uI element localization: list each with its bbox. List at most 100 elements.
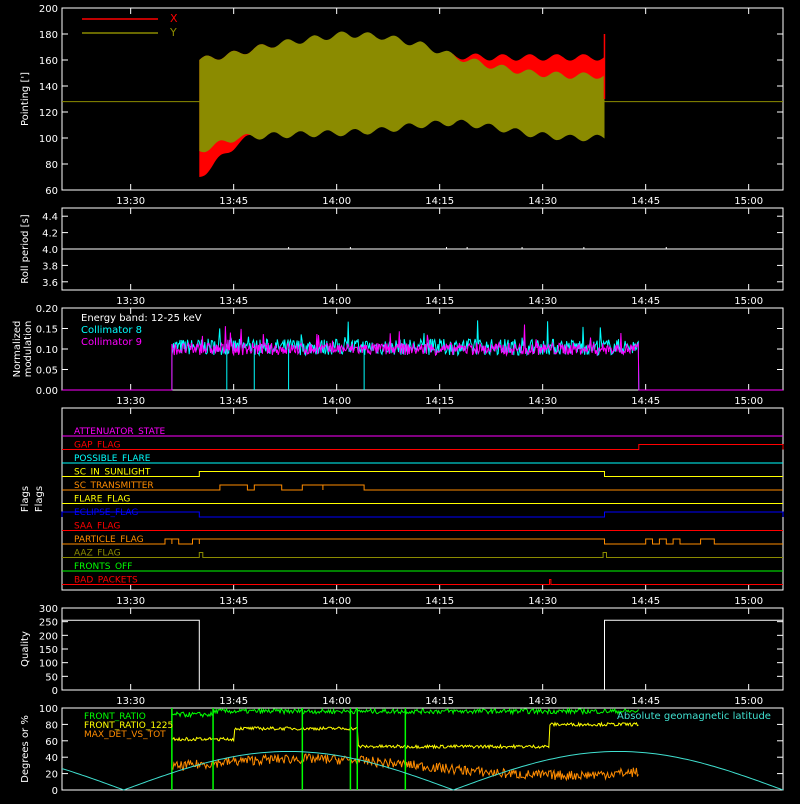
x-tick-label: 14:15 xyxy=(425,696,454,707)
x-tick-label: 14:45 xyxy=(631,596,660,607)
panel-frame-3 xyxy=(61,407,784,591)
x-tick-label: 14:15 xyxy=(425,196,454,207)
y-tick-label: 200 xyxy=(39,4,58,15)
x-tick-label: 13:30 xyxy=(116,196,145,207)
y-tick-label: 4.0 xyxy=(42,245,58,256)
x-tick-label: 13:30 xyxy=(116,396,145,407)
flag-label: AAZ_FLAG xyxy=(74,549,121,559)
x-tick-label: 14:30 xyxy=(528,596,557,607)
y-axis-label: Pointing ['] xyxy=(20,72,31,126)
y-axis-label: Normalized xyxy=(12,321,23,378)
x-tick-label: 14:45 xyxy=(631,396,660,407)
y-tick-label: 80 xyxy=(45,160,58,171)
quality-line xyxy=(62,619,783,691)
y-tick-label: 4.2 xyxy=(42,229,58,240)
x-tick-label: 14:30 xyxy=(528,396,557,407)
flag-line-aaz_flag xyxy=(62,552,783,558)
x-tick-label: 14:30 xyxy=(528,696,557,707)
y-tick-label: 0.15 xyxy=(36,325,58,336)
x-tick-label: 14:30 xyxy=(528,296,557,307)
x-tick-label: 14:00 xyxy=(322,696,351,707)
y-tick-label: 100 xyxy=(39,659,58,670)
x-tick-label: 14:45 xyxy=(631,696,660,707)
legend-label-collimator-9: Collimator 9 xyxy=(81,337,142,348)
y-tick-label: 3.6 xyxy=(42,278,58,289)
hessi-quicklook-chart: 13:30 13:45 14:00 14:15 14:30 14:45 15:00 Point… xyxy=(12,4,784,797)
flag-line-bad_packets xyxy=(62,579,783,585)
y-tick-label: 80 xyxy=(45,720,58,731)
x-tick-label: 15:00 xyxy=(734,696,763,707)
x-tick-label: 13:30 xyxy=(116,296,145,307)
y-tick-label: 20 xyxy=(45,770,58,781)
flag-label: FRONTS_OFF xyxy=(74,562,132,572)
x-tick-label: 13:45 xyxy=(219,696,248,707)
y-axis-label: modulation xyxy=(23,321,34,378)
pointing-y-band xyxy=(199,31,605,153)
y-tick-label: 60 xyxy=(45,737,58,748)
y-tick-label: 100 xyxy=(39,134,58,145)
x-tick-label: 14:00 xyxy=(322,296,351,307)
x-tick-label: 13:45 xyxy=(219,296,248,307)
legend-label-max-det: MAX_DET_VS_TOT xyxy=(84,730,166,740)
y-tick-label: 3.8 xyxy=(42,261,58,272)
flag-label: PARTICLE_FLAG xyxy=(74,535,144,545)
y-tick-label: 0.05 xyxy=(36,366,58,377)
y-tick-label: 300 xyxy=(39,604,58,615)
x-tick-label: 15:00 xyxy=(734,196,763,207)
x-tick-label: 14:15 xyxy=(425,596,454,607)
y-tick-label: 60 xyxy=(45,186,58,197)
y-tick-label: 250 xyxy=(39,618,58,629)
y-tick-label: 120 xyxy=(39,108,58,119)
y-axis-label: Roll period [s] xyxy=(20,214,31,283)
x-tick-label: 13:45 xyxy=(219,596,248,607)
x-tick-label: 14:00 xyxy=(322,596,351,607)
y-tick-label: 0 xyxy=(52,786,58,797)
x-tick-label: 14:45 xyxy=(631,196,660,207)
legend-label-x: X xyxy=(170,12,178,25)
flag-label: ECLIPSE_FLAG xyxy=(74,508,138,518)
x-tick-label: 15:00 xyxy=(734,396,763,407)
y-tick-label: 0.20 xyxy=(36,304,58,315)
x-tick-label: 14:15 xyxy=(425,396,454,407)
x-tick-label: 14:00 xyxy=(322,196,351,207)
y-tick-label: 0.10 xyxy=(36,345,58,356)
x-tick-label: 14:30 xyxy=(528,196,557,207)
flag-line-sc_transmitter xyxy=(62,484,783,491)
x-tick-label: 13:30 xyxy=(116,696,145,707)
y-tick-label: 0.00 xyxy=(36,386,58,397)
geomagnetic-latitude-line xyxy=(61,751,784,791)
flag-label: SC_TRANSMITTER xyxy=(74,481,154,491)
legend-label-y: Y xyxy=(169,26,177,39)
y-axis-label: Degrees or % xyxy=(20,715,31,783)
y-tick-label: 100 xyxy=(39,704,58,715)
x-tick-label: 14:00 xyxy=(322,396,351,407)
y-tick-label: 50 xyxy=(45,672,58,683)
x-tick-label: 14:45 xyxy=(631,296,660,307)
flag-label: POSSIBLE_FLARE xyxy=(74,454,151,464)
legend-label-collimator-8: Collimator 8 xyxy=(81,325,142,336)
y-tick-label: 140 xyxy=(39,82,58,93)
flag-label: FLARE_FLAG xyxy=(74,495,130,505)
flag-line-gap_flag xyxy=(62,444,784,450)
flag-label: GAP_FLAG xyxy=(74,441,120,451)
x-tick-label: 14:15 xyxy=(425,296,454,307)
energy-band-annotation: Energy band: 12-25 keV xyxy=(81,313,202,324)
y-tick-label: 0 xyxy=(52,686,58,697)
flag-label: BAD_PACKETS xyxy=(74,576,138,586)
y-tick-label: 200 xyxy=(39,631,58,642)
modulation-series-0 xyxy=(62,320,783,391)
y-axis-label-group: Normalized modulation xyxy=(12,321,34,378)
y-axis-label: Quality xyxy=(20,631,31,667)
flag-line-particle_flag xyxy=(62,538,783,545)
y-tick-label: 180 xyxy=(39,30,58,41)
x-tick-label: 15:00 xyxy=(734,296,763,307)
y-tick-label: 40 xyxy=(45,753,58,764)
flag-label: ATTENUATOR_STATE xyxy=(74,427,166,437)
y-tick-label: 160 xyxy=(39,56,58,67)
x-tick-label: 15:00 xyxy=(734,596,763,607)
x-tick-label: 13:45 xyxy=(219,196,248,207)
flag-line-eclipse_flag xyxy=(61,511,784,518)
flag-label: SC_IN_SUNLIGHT xyxy=(74,468,151,478)
flag-line-sc_in_sunlight xyxy=(62,471,783,477)
y-axis-label: Flags xyxy=(20,486,31,512)
